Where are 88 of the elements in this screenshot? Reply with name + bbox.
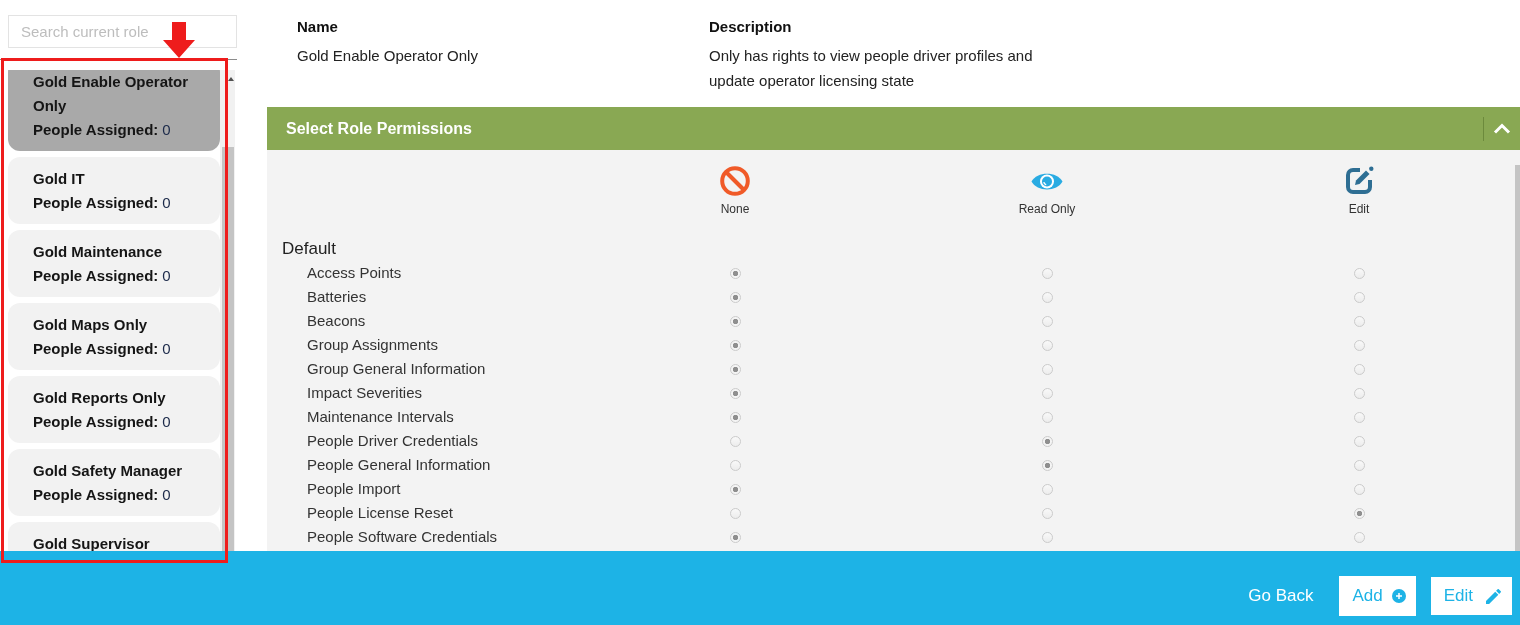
pencil-icon (1486, 588, 1501, 604)
radio-button[interactable] (1353, 387, 1365, 399)
permission-label: Impact Severities (306, 383, 423, 403)
radio-button[interactable] (729, 291, 741, 303)
permission-label: People License Reset (306, 503, 453, 523)
prohibition-icon (720, 166, 750, 196)
permission-label: People Import (306, 479, 401, 499)
column-label: Read Only (1018, 202, 1076, 216)
radio-button[interactable] (1353, 315, 1365, 327)
assigned-count: 0 (162, 266, 171, 286)
column-label: Edit (1348, 202, 1370, 216)
permission-label: Beacons (306, 311, 366, 331)
radio-button[interactable] (729, 483, 741, 495)
description-text: Only has rights to view people driver profiles and update operator licensing state (709, 46, 1034, 91)
radio-button[interactable] (729, 435, 741, 447)
radio-button[interactable] (1041, 483, 1053, 495)
role-name: Gold IT (33, 169, 86, 189)
assigned-count: 0 (162, 120, 171, 140)
radio-button[interactable] (1041, 507, 1053, 519)
radio-button[interactable] (1041, 459, 1053, 471)
role-name: Gold Reports Only (33, 388, 167, 408)
role-card[interactable]: Gold Reports Only People Assigned: 0 (8, 376, 220, 443)
permission-label: People Driver Credentials (306, 431, 478, 451)
role-card[interactable]: Gold Maps Only People Assigned: 0 (8, 303, 220, 370)
assigned-label: People Assigned: (33, 339, 159, 359)
field-label: Name (297, 17, 339, 37)
radio-button[interactable] (1353, 267, 1365, 279)
permission-label: Batteries (306, 287, 367, 307)
radio-button[interactable] (729, 339, 741, 351)
pencil-square-icon (1344, 166, 1374, 196)
assigned-label: People Assigned: (33, 485, 159, 505)
field-label: Description (709, 17, 793, 37)
permission-label: Access Points (306, 263, 402, 283)
role-card[interactable]: Gold IT People Assigned: 0 (8, 157, 220, 224)
role-name: Gold Maintenance (33, 242, 164, 262)
radio-button[interactable] (1353, 435, 1365, 447)
radio-button[interactable] (1041, 411, 1053, 423)
radio-button[interactable] (1353, 531, 1365, 543)
assigned-count: 0 (162, 485, 171, 505)
search-field[interactable]: Search current role (8, 15, 237, 48)
radio-button[interactable] (1041, 531, 1053, 543)
role-name: Gold Safety Manager (33, 461, 184, 481)
role-card[interactable]: Gold Maintenance People Assigned: 0 (8, 230, 220, 297)
assigned-count: 0 (162, 193, 171, 213)
assigned-count: 0 (162, 412, 171, 432)
scroll-up-arrow-icon[interactable] (228, 77, 234, 81)
radio-button[interactable] (1041, 363, 1053, 375)
radio-button[interactable] (1353, 483, 1365, 495)
radio-button[interactable] (1353, 363, 1365, 375)
radio-button[interactable] (729, 411, 741, 423)
radio-button[interactable] (1041, 291, 1053, 303)
plus-icon (1391, 589, 1406, 603)
radio-button[interactable] (729, 267, 741, 279)
assigned-label: People Assigned: (33, 193, 159, 213)
permission-label: People Software Credentials (306, 527, 498, 547)
radio-button[interactable] (1353, 459, 1365, 471)
column-label: None (720, 202, 750, 216)
radio-button[interactable] (1041, 387, 1053, 399)
permission-label: Group Assignments (306, 335, 438, 355)
radio-button[interactable] (1353, 507, 1365, 519)
role-name-value: Gold Enable Operator Only (297, 46, 479, 66)
assigned-label: People Assigned: (33, 266, 159, 286)
radio-button[interactable] (729, 315, 741, 327)
radio-button[interactable] (729, 363, 741, 375)
radio-button[interactable] (729, 459, 741, 471)
role-card[interactable]: Gold Safety Manager People Assigned: 0 (8, 449, 220, 516)
assigned-count: 0 (162, 339, 171, 359)
section-title: Select Role Permissions (286, 119, 473, 138)
radio-button[interactable] (1041, 315, 1053, 327)
permission-label: People General Information (306, 455, 491, 475)
role-card[interactable]: Gold Enable Operator Only People Assigned: 0 (8, 70, 220, 151)
scrollbar-thumb[interactable] (1515, 165, 1520, 551)
permission-label: Maintenance Intervals (306, 407, 454, 427)
group-title: Default (281, 238, 337, 260)
permission-label: Group General Information (306, 359, 486, 379)
radio-button[interactable] (1353, 339, 1365, 351)
radio-button[interactable] (1041, 435, 1053, 447)
assigned-label: People Assigned: (33, 412, 159, 432)
radio-button[interactable] (729, 387, 741, 399)
assigned-label: People Assigned: (33, 120, 159, 140)
radio-button[interactable] (1041, 267, 1053, 279)
role-name: Gold Enable Operator Only (33, 72, 190, 116)
radio-button[interactable] (729, 531, 741, 543)
radio-button[interactable] (1353, 291, 1365, 303)
radio-button[interactable] (1041, 339, 1053, 351)
radio-button[interactable] (729, 507, 741, 519)
role-name: Gold Maps Only (33, 315, 149, 335)
radio-button[interactable] (1353, 411, 1365, 423)
